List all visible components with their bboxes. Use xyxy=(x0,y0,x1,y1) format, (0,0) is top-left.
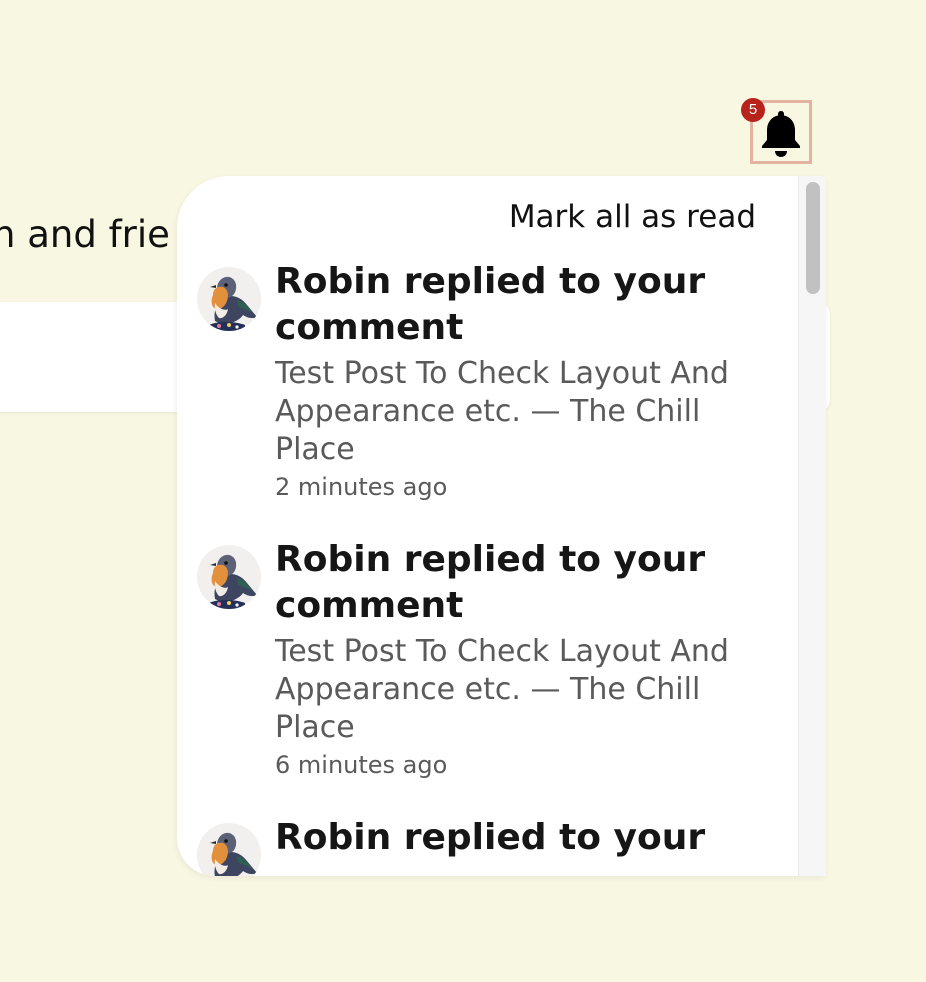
notifications-dropdown: Mark all as read Robin replied to your c… xyxy=(177,176,826,876)
notification-title: Robin replied to your comment xyxy=(275,539,706,626)
robin-bird-avatar-icon xyxy=(197,545,261,609)
dropdown-scrollbar[interactable] xyxy=(798,176,826,876)
robin-bird-avatar-icon xyxy=(197,267,261,331)
notification-content: Robin replied to your comment Test Post … xyxy=(275,539,745,781)
notification-count-badge: 5 xyxy=(741,98,765,122)
notification-post-title: Test Post To Check Layout And Appearance… xyxy=(275,356,729,467)
notification-content: Robin replied to your xyxy=(275,817,745,861)
mark-all-as-read-button[interactable]: Mark all as read xyxy=(509,197,756,237)
notification-timestamp: 6 minutes ago xyxy=(275,751,448,779)
background-heading-fragment: n and frie xyxy=(0,213,170,256)
bell-icon xyxy=(758,106,804,158)
notification-title: Robin replied to your comment xyxy=(275,261,706,348)
avatar xyxy=(197,823,261,876)
page: n and frie 5 Mark all as read Robin repl… xyxy=(0,0,926,982)
notification-content: Robin replied to your comment Test Post … xyxy=(275,261,745,503)
notification-post-title: Test Post To Check Layout And Appearance… xyxy=(275,634,729,745)
scrollbar-thumb[interactable] xyxy=(806,182,820,294)
avatar xyxy=(197,545,261,609)
notification-timestamp: 2 minutes ago xyxy=(275,473,448,501)
notifications-list[interactable]: Mark all as read Robin replied to your c… xyxy=(177,176,798,876)
avatar xyxy=(197,267,261,331)
notification-title: Robin replied to your xyxy=(275,817,706,858)
robin-bird-avatar-icon xyxy=(197,823,261,876)
